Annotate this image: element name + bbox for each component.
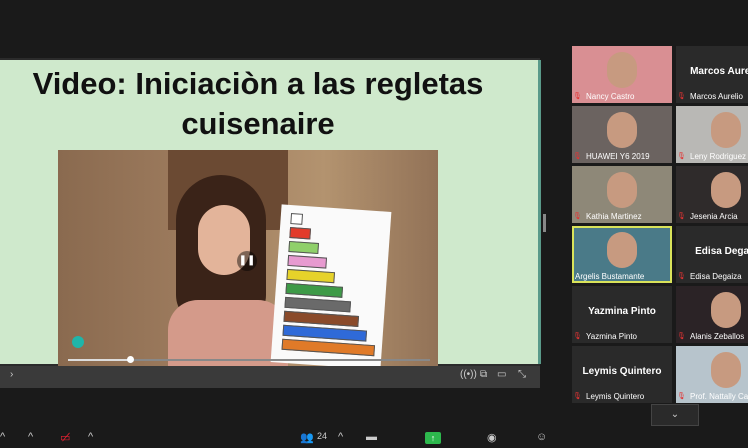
chevron-down-icon[interactable]: ⌄ (651, 404, 699, 426)
exit-fullscreen-icon[interactable]: ⤡ (518, 369, 526, 380)
cuisenaire-rod (284, 296, 352, 313)
participant-name: Marcos Aurelio (690, 92, 743, 101)
participant-tile[interactable]: 🎙 Leny Rodriguez (676, 106, 748, 163)
slide-title-line-2: cuisenaire (181, 106, 335, 141)
muted-mic-icon: 🎙 (677, 153, 686, 160)
participant-tile[interactable]: Leymis Quintero 🎙 Leymis Quintero (572, 346, 672, 403)
cuisenaire-rod (290, 213, 304, 225)
panel-resize-handle[interactable] (543, 214, 546, 232)
muted-mic-icon: 🎙 (677, 333, 686, 340)
video-options-chevron[interactable]: ^ (88, 431, 93, 443)
slide-title-line-1: Video: Iniciaciòn a las regletas (32, 66, 484, 101)
participant-tile[interactable]: Marcos Aurelio 🎙 Marcos Aurelio (676, 46, 748, 103)
participant-tile[interactable]: Argelis Bustamante (572, 226, 672, 283)
muted-mic-icon: 🎙 (677, 273, 686, 280)
participant-video (711, 292, 741, 328)
share-screen-button[interactable]: ↑ (425, 432, 441, 444)
cuisenaire-rod (285, 282, 344, 298)
participant-name: Leny Rodriguez (690, 152, 747, 161)
record-icon[interactable]: ◉ (487, 431, 497, 444)
video-progress-knob[interactable] (127, 356, 134, 363)
participant-name: Prof. Nattally Ca (690, 392, 748, 401)
cuisenaire-rods-sheet (270, 204, 392, 366)
participant-tile[interactable]: 🎙 HUAWEI Y6 2019 (572, 106, 672, 163)
participant-display-name: Yazmina Pinto (588, 306, 656, 317)
muted-mic-icon: 🎙 (573, 393, 582, 400)
muted-mic-icon: 🎙 (677, 213, 686, 220)
audio-options-chevron[interactable]: ^ (28, 431, 33, 443)
participant-name: Alanis Zeballos (690, 332, 745, 341)
participant-video (607, 172, 637, 208)
cursor-indicator (72, 336, 84, 348)
cuisenaire-rod (283, 310, 360, 328)
participant-display-name: Leymis Quintero (582, 366, 662, 377)
participants-count: 24 (317, 431, 328, 441)
muted-mic-icon: 🎙 (573, 333, 582, 340)
participant-name: Jesenia Arcia (690, 212, 738, 221)
cuisenaire-rod (287, 254, 328, 269)
participant-name: Edisa Degaiza (690, 272, 742, 281)
cuisenaire-rod (286, 268, 336, 284)
chat-icon[interactable]: ▬ (366, 431, 377, 443)
participant-tile[interactable]: Edisa Degaiz 🎙 Edisa Degaiza (676, 226, 748, 283)
slide-title: Video: Iniciaciòn a las regletas cuisena… (0, 64, 528, 144)
share-control-bar (0, 366, 540, 388)
participant-tile[interactable]: 🎙 Jesenia Arcia (676, 166, 748, 223)
video-off-icon[interactable]: ▭̸ (60, 431, 70, 444)
participant-tile[interactable]: 🎙 Prof. Nattally Ca (676, 346, 748, 403)
participant-video (711, 112, 741, 148)
muted-mic-icon: 🎙 (573, 213, 582, 220)
participant-tile[interactable]: Yazmina Pinto 🎙 Yazmina Pinto (572, 286, 672, 343)
cuisenaire-rod (281, 338, 376, 357)
participant-video (607, 232, 637, 268)
audio-icon[interactable]: ((•)) (460, 369, 477, 380)
participants-icon[interactable]: 👥 (300, 431, 314, 444)
cuisenaire-rod (288, 240, 320, 255)
participant-tile[interactable]: 🎙 Nancy Castro (572, 46, 672, 103)
participant-name: Kathia Martinez (586, 212, 642, 221)
chevron-right-icon[interactable]: › (10, 369, 13, 380)
participant-display-name: Edisa Degaiz (695, 246, 748, 257)
pause-icon[interactable]: ❚❚ (237, 251, 257, 271)
muted-mic-icon: 🎙 (573, 93, 582, 100)
captions-icon[interactable]: ▭ (497, 369, 506, 380)
participant-video (711, 172, 741, 208)
participant-name: HUAWEI Y6 2019 (586, 152, 650, 161)
participant-display-name: Marcos Aurelio (690, 66, 748, 77)
video-progress-fill (68, 359, 130, 361)
participant-name: Yazmina Pinto (586, 332, 637, 341)
muted-mic-icon: 🎙 (573, 153, 582, 160)
participant-name: Nancy Castro (586, 92, 635, 101)
participant-video (607, 52, 637, 88)
muted-mic-icon: 🎙 (677, 93, 686, 100)
participant-tile[interactable]: 🎙 Kathia Martinez (572, 166, 672, 223)
participant-name: Argelis Bustamante (575, 272, 645, 281)
chevron-up-icon[interactable]: ^ (0, 431, 5, 443)
muted-mic-icon: 🎙 (677, 393, 686, 400)
participant-tile[interactable]: 🎙 Alanis Zeballos (676, 286, 748, 343)
window-icon[interactable]: ⧉ (480, 369, 487, 380)
participant-name: Leymis Quintero (586, 392, 645, 401)
participants-options-chevron[interactable]: ^ (338, 431, 343, 443)
reactions-icon[interactable]: ☺ (536, 431, 547, 443)
participant-video (711, 352, 741, 388)
cuisenaire-rod (289, 226, 312, 240)
participant-video (607, 112, 637, 148)
